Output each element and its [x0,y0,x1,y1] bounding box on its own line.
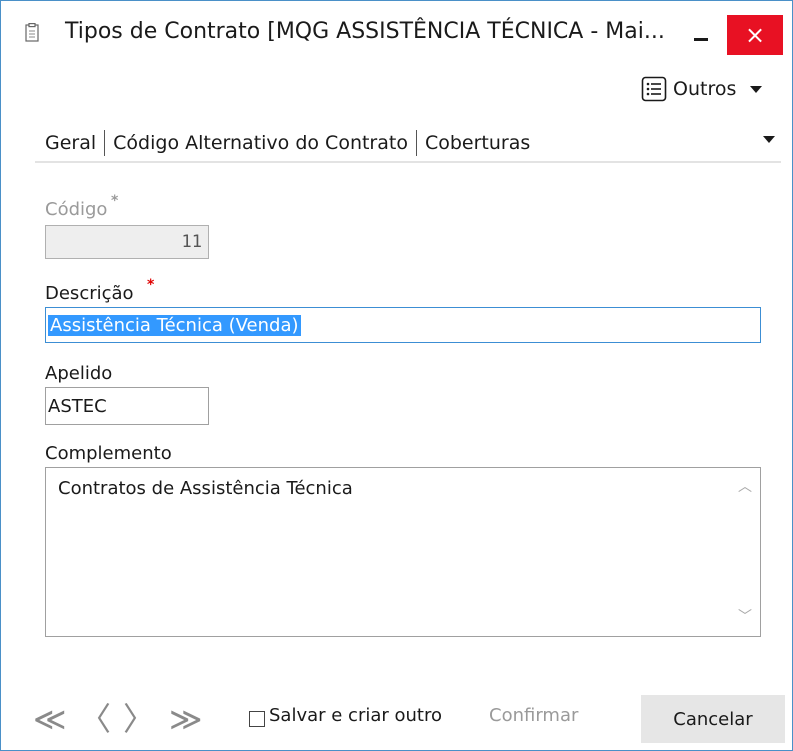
next-record-icon[interactable]: 〉 [123,703,155,735]
footer-bar: ≪ 〈 〉 ≫ Salvar e criar outro Confirmar C… [1,695,792,745]
scroll-up-icon[interactable]: ︿ [738,480,752,494]
minimize-button[interactable] [683,15,719,53]
cancel-button[interactable]: Cancelar [641,695,785,743]
apelido-label: Apelido [45,363,113,384]
tab-coberturas[interactable]: Coberturas [417,128,538,158]
save-and-new-label[interactable]: Salvar e criar outro [269,705,442,726]
dialog-window: Tipos de Contrato [MQG ASSISTÊNCIA TÉCNI… [0,0,793,751]
outros-menu-button[interactable]: Outros [641,73,763,105]
close-icon: × [744,21,766,49]
confirm-button[interactable]: Confirmar [489,705,578,726]
descricao-field[interactable]: Assistência Técnica (Venda) [45,307,761,343]
apelido-value: ASTEC [48,395,107,417]
descricao-label: Descrição [45,283,134,304]
complemento-label: Complemento [45,443,172,464]
first-record-icon[interactable]: ≪ [33,703,67,735]
tab-geral[interactable]: Geral [35,128,104,158]
chevron-down-icon [750,85,763,93]
codigo-field: 11 [45,225,209,259]
apelido-field[interactable]: ASTEC [45,387,209,425]
descricao-value: Assistência Técnica (Venda) [48,314,301,336]
codigo-label: Código [45,199,108,220]
window-title: Tipos de Contrato [MQG ASSISTÊNCIA TÉCNI… [65,19,665,44]
title-bar[interactable]: Tipos de Contrato [MQG ASSISTÊNCIA TÉCNI… [1,1,792,65]
save-and-new-checkbox[interactable] [249,711,265,727]
scroll-down-icon[interactable]: ﹀ [738,610,752,624]
tab-underline [35,161,781,163]
close-button[interactable]: × [727,15,783,55]
list-icon [641,76,667,102]
outros-label: Outros [673,78,737,100]
codigo-value: 11 [181,232,202,252]
previous-record-icon[interactable]: 〈 [79,703,111,735]
last-record-icon[interactable]: ≫ [169,703,203,735]
complemento-value: Contratos de Assistência Técnica [58,478,353,499]
tab-codigo-alternativo[interactable]: Código Alternativo do Contrato [105,128,416,158]
complemento-textarea[interactable]: Contratos de Assistência Técnica ︿ ﹀ [45,467,761,637]
tab-bar: Geral Código Alternativo do Contrato Cob… [35,125,781,161]
codigo-required-mark: * [111,193,119,209]
descricao-required-mark: * [147,277,155,293]
minimize-icon [694,37,708,41]
document-icon [25,23,39,42]
tabs-overflow-icon[interactable] [763,136,775,143]
